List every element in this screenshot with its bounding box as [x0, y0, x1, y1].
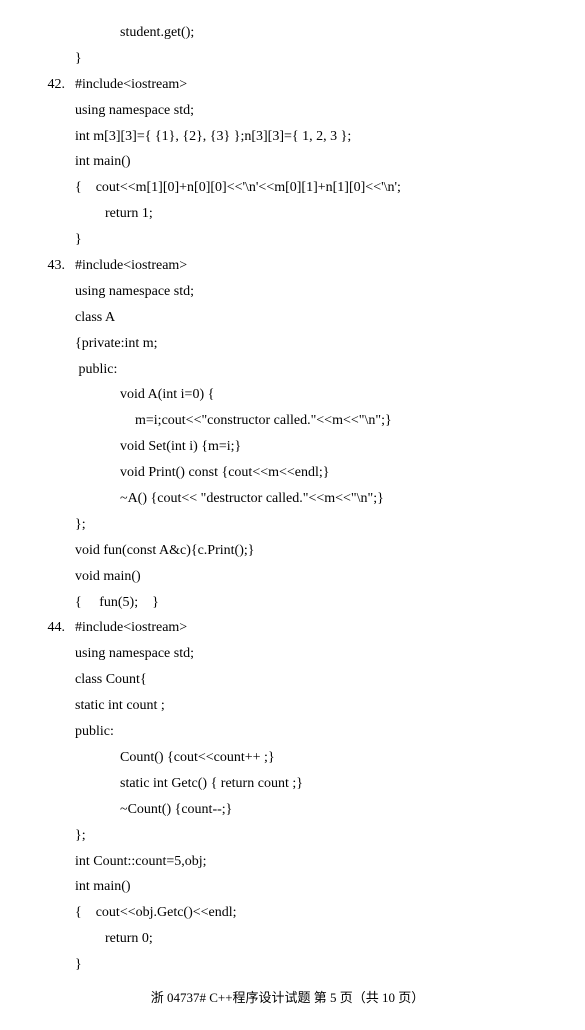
question-number: 42. [30, 72, 75, 253]
code-line: static int count ; [75, 693, 545, 719]
code-line: void Set(int i) {m=i;} [75, 434, 545, 460]
code-line: int main() [75, 874, 545, 900]
code-line: { cout<<m[1][0]+n[0][0]<<'\n'<<m[0][1]+n… [75, 175, 545, 201]
code-line: public: [75, 357, 545, 383]
code-line: int main() [75, 149, 545, 175]
code-line: void Print() const {cout<<m<<endl;} [75, 460, 545, 486]
code-line: public: [75, 719, 545, 745]
code-line: void A(int i=0) { [75, 382, 545, 408]
code-line: #include<iostream> [75, 253, 545, 279]
code-line: ~Count() {count--;} [75, 797, 545, 823]
code-line: #include<iostream> [75, 72, 545, 98]
code-line: student.get(); [75, 20, 545, 46]
code-line: ~A() {cout<< "destructor called."<<m<<"\… [75, 486, 545, 512]
code-line: void fun(const A&c){c.Print();} [75, 538, 545, 564]
code-line: }; [75, 512, 545, 538]
code-line: return 1; [75, 201, 545, 227]
code-line: return 0; [75, 926, 545, 952]
code-line: void main() [75, 564, 545, 590]
question-body: #include<iostream> using namespace std; … [75, 72, 545, 253]
code-line: class Count{ [75, 667, 545, 693]
code-line: using namespace std; [75, 98, 545, 124]
code-line: static int Getc() { return count ;} [75, 771, 545, 797]
code-line: m=i;cout<<"constructor called."<<m<<"\n"… [75, 408, 545, 434]
code-line: int m[3][3]={ {1}, {2}, {3} };n[3][3]={ … [75, 124, 545, 150]
code-line: { cout<<obj.Getc()<<endl; [75, 900, 545, 926]
code-line: int Count::count=5,obj; [75, 849, 545, 875]
code-line: class A [75, 305, 545, 331]
question-44: 44. #include<iostream> using namespace s… [30, 615, 545, 977]
code-line: using namespace std; [75, 279, 545, 305]
code-line: }; [75, 823, 545, 849]
code-fragment-pre: student.get(); } [30, 20, 545, 72]
code-line: { fun(5); } [75, 590, 545, 616]
question-42: 42. #include<iostream> using namespace s… [30, 72, 545, 253]
code-line: } [75, 952, 545, 978]
question-43: 43. #include<iostream> using namespace s… [30, 253, 545, 615]
question-number: 44. [30, 615, 75, 977]
code-line: using namespace std; [75, 641, 545, 667]
code-line: Count() {cout<<count++ ;} [75, 745, 545, 771]
question-number: 43. [30, 253, 75, 615]
code-line: #include<iostream> [75, 615, 545, 641]
code-line: } [75, 46, 545, 72]
question-body: #include<iostream> using namespace std; … [75, 615, 545, 977]
question-body: #include<iostream> using namespace std; … [75, 253, 545, 615]
code-line: {private:int m; [75, 331, 545, 357]
code-line: } [75, 227, 545, 253]
page-footer: 浙 04737# C++程序设计试题 第 5 页（共 10 页） [30, 986, 545, 1010]
